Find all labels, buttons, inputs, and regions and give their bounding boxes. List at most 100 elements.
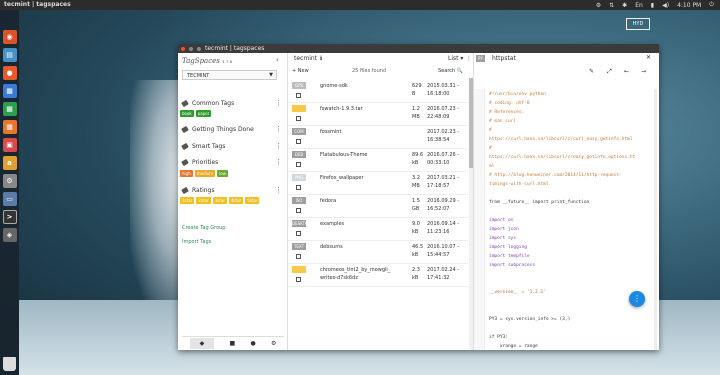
clock[interactable]: 4:10 PM	[677, 2, 701, 9]
settings-gear-icon[interactable]: ⚙	[271, 340, 276, 347]
ubuntu-dash-icon[interactable]: ◉	[2, 30, 17, 44]
more-icon[interactable]: ⋮	[275, 158, 282, 166]
close-viewer-icon[interactable]: ✕	[646, 54, 651, 61]
folder-tab-icon[interactable]: ■	[230, 340, 236, 347]
file-row[interactable]: COM fossmint 2017.02.23 - 16:38:54	[288, 126, 468, 149]
tag-chip[interactable]: high	[180, 170, 193, 177]
power-icon[interactable]: ⏻	[709, 1, 714, 9]
file-name: fedora	[320, 198, 337, 204]
file-row[interactable]: chromeos_tint2_by_mowgli_ writes-d7sk6dz…	[288, 264, 468, 287]
scrollbar-thumb[interactable]	[469, 78, 473, 168]
file-checkbox[interactable]	[296, 208, 301, 213]
more-icon[interactable]: ⋮	[466, 55, 472, 62]
code-view[interactable]: #!/usr/bin/env python # coding: utf-8 # Re…	[474, 89, 655, 350]
file-checkbox[interactable]	[296, 162, 301, 167]
file-size: 89.6 kB	[412, 152, 424, 166]
file-row[interactable]: PNG Firefox_wallpaper 3.2 MB 2017.03.21 - 1…	[288, 172, 468, 195]
minimize-icon[interactable]	[189, 46, 193, 51]
software-center-icon[interactable]: ▣	[2, 138, 17, 152]
file-row[interactable]: ISO fedora 1.5 GB 2016.09.29 - 16:52:07	[288, 195, 468, 218]
tag-chip[interactable]: 2star	[196, 197, 211, 204]
firefox-icon[interactable]: ●	[2, 66, 17, 80]
file-ext-badge: GPS	[292, 82, 306, 89]
file-row[interactable]: TEXT debsums 46.5 kB 2016.10.07 - 15:44:57	[288, 241, 468, 264]
info-icon[interactable]: ℹ	[320, 55, 322, 62]
search-button[interactable]: Search 🔍	[438, 68, 463, 74]
writer-icon[interactable]: ▦	[2, 84, 17, 98]
tag-icon	[181, 158, 189, 167]
viewer-scrollbar[interactable]	[654, 89, 657, 350]
file-row[interactable]: DESKTOP examples 9.0 kB 2016.09.14 - 11:23:…	[288, 218, 468, 241]
file-date: 2016.09.14 - 11:23:16	[427, 221, 460, 235]
viewer-menu-fab[interactable]: ⋮	[629, 291, 645, 307]
next-file-icon[interactable]: →	[641, 68, 646, 75]
calc-icon[interactable]: ▦	[2, 102, 17, 116]
file-checkbox[interactable]	[296, 93, 301, 98]
settings-icon[interactable]: ⚙	[2, 174, 17, 188]
new-file-button[interactable]: + New	[292, 68, 309, 74]
trash-icon[interactable]	[3, 357, 16, 371]
tag-group-ratings[interactable]: Ratings	[181, 186, 214, 195]
list-view-select[interactable]: List ▾	[448, 55, 463, 62]
file-ext-badge	[292, 105, 306, 112]
file-name: debsums	[320, 244, 343, 250]
collapse-sidebar-icon[interactable]: ‹	[276, 56, 279, 64]
file-row[interactable]: GPS gnome-sdk 629 B 2015.03.31 - 16:18:00	[288, 80, 468, 103]
tag-chip[interactable]: 1star	[180, 197, 195, 204]
file-row[interactable]: fswatch-1.9.3.tar 1.2 MB 2016.07.23 - 22:4…	[288, 103, 468, 126]
tag-list-ratings: 1star 2star 3star 4star 5star	[180, 197, 284, 204]
tags-tab-icon[interactable]: ◆	[189, 338, 215, 349]
files-icon[interactable]: ▤	[2, 48, 17, 62]
tag-group-smart[interactable]: Smart Tags	[181, 142, 225, 151]
battery-icon[interactable]: ▮	[651, 2, 654, 9]
system-icon[interactable]: ▭	[2, 192, 17, 206]
tag-chip[interactable]: 4star	[228, 197, 244, 204]
search-tab-icon[interactable]: ●	[250, 340, 255, 347]
file-checkbox[interactable]	[296, 254, 301, 259]
edit-icon[interactable]: ✎	[589, 68, 594, 75]
file-size: 9.0 kB	[412, 221, 420, 235]
panel-title: tecmint | tagspaces	[4, 1, 71, 8]
settings-tray-icon[interactable]: ⚙	[596, 2, 601, 9]
close-icon[interactable]	[181, 46, 185, 51]
previous-file-icon[interactable]: ←	[624, 68, 629, 75]
file-checkbox[interactable]	[296, 231, 301, 236]
location-select[interactable]: TECMINT ▼	[182, 70, 277, 80]
file-row[interactable]: DEB Flatabulous-Theme 89.6 kB 2016.07.26 - …	[288, 149, 468, 172]
file-ext-badge: ISO	[292, 197, 306, 204]
import-tags-link[interactable]: Import Tags	[182, 239, 211, 245]
tagspaces-icon[interactable]: ◈	[2, 228, 17, 242]
maximize-icon[interactable]	[197, 46, 201, 51]
bluetooth-icon[interactable]: ✱	[622, 2, 627, 9]
file-checkbox[interactable]	[296, 185, 301, 190]
tag-chip[interactable]: medium	[194, 170, 216, 177]
more-icon[interactable]: ⋮	[275, 125, 282, 133]
code-line: #!/usr/bin/env python	[489, 92, 546, 97]
tag-group-gtd[interactable]: Getting Things Done	[181, 125, 254, 134]
network-icon[interactable]: ⇅	[609, 2, 614, 9]
volume-icon[interactable]: ◀)	[662, 2, 669, 9]
tag-group-priorities[interactable]: Priorities	[181, 158, 218, 167]
file-date: 2016.07.23 - 22:48:09	[427, 106, 460, 120]
file-checkbox[interactable]	[296, 139, 301, 144]
keyboard-icon[interactable]: En	[635, 2, 643, 9]
more-icon[interactable]: ⋮	[275, 142, 282, 150]
current-location: tecmint	[294, 55, 318, 62]
fullscreen-icon[interactable]: ⤢	[607, 68, 612, 76]
create-tag-group-link[interactable]: Create Tag Group	[182, 225, 225, 231]
tag-chip[interactable]: low	[217, 170, 229, 177]
file-checkbox[interactable]	[296, 277, 301, 282]
window-title: tecmint | tagspaces	[205, 45, 265, 52]
file-size: 629 B	[412, 83, 422, 97]
tag-chip[interactable]: book	[180, 110, 194, 117]
more-icon[interactable]: ⋮	[275, 99, 282, 107]
amazon-icon[interactable]: a	[2, 156, 17, 170]
file-checkbox[interactable]	[296, 116, 301, 121]
terminal-icon[interactable]: >	[2, 210, 17, 224]
tag-chip[interactable]: paper	[195, 110, 212, 117]
tag-chip[interactable]: 5star	[245, 197, 260, 204]
impress-icon[interactable]: ▦	[2, 120, 17, 134]
tag-chip[interactable]: 3star	[212, 197, 227, 204]
tag-group-common[interactable]: Common Tags	[181, 99, 234, 108]
more-icon[interactable]: ⋮	[275, 186, 282, 194]
